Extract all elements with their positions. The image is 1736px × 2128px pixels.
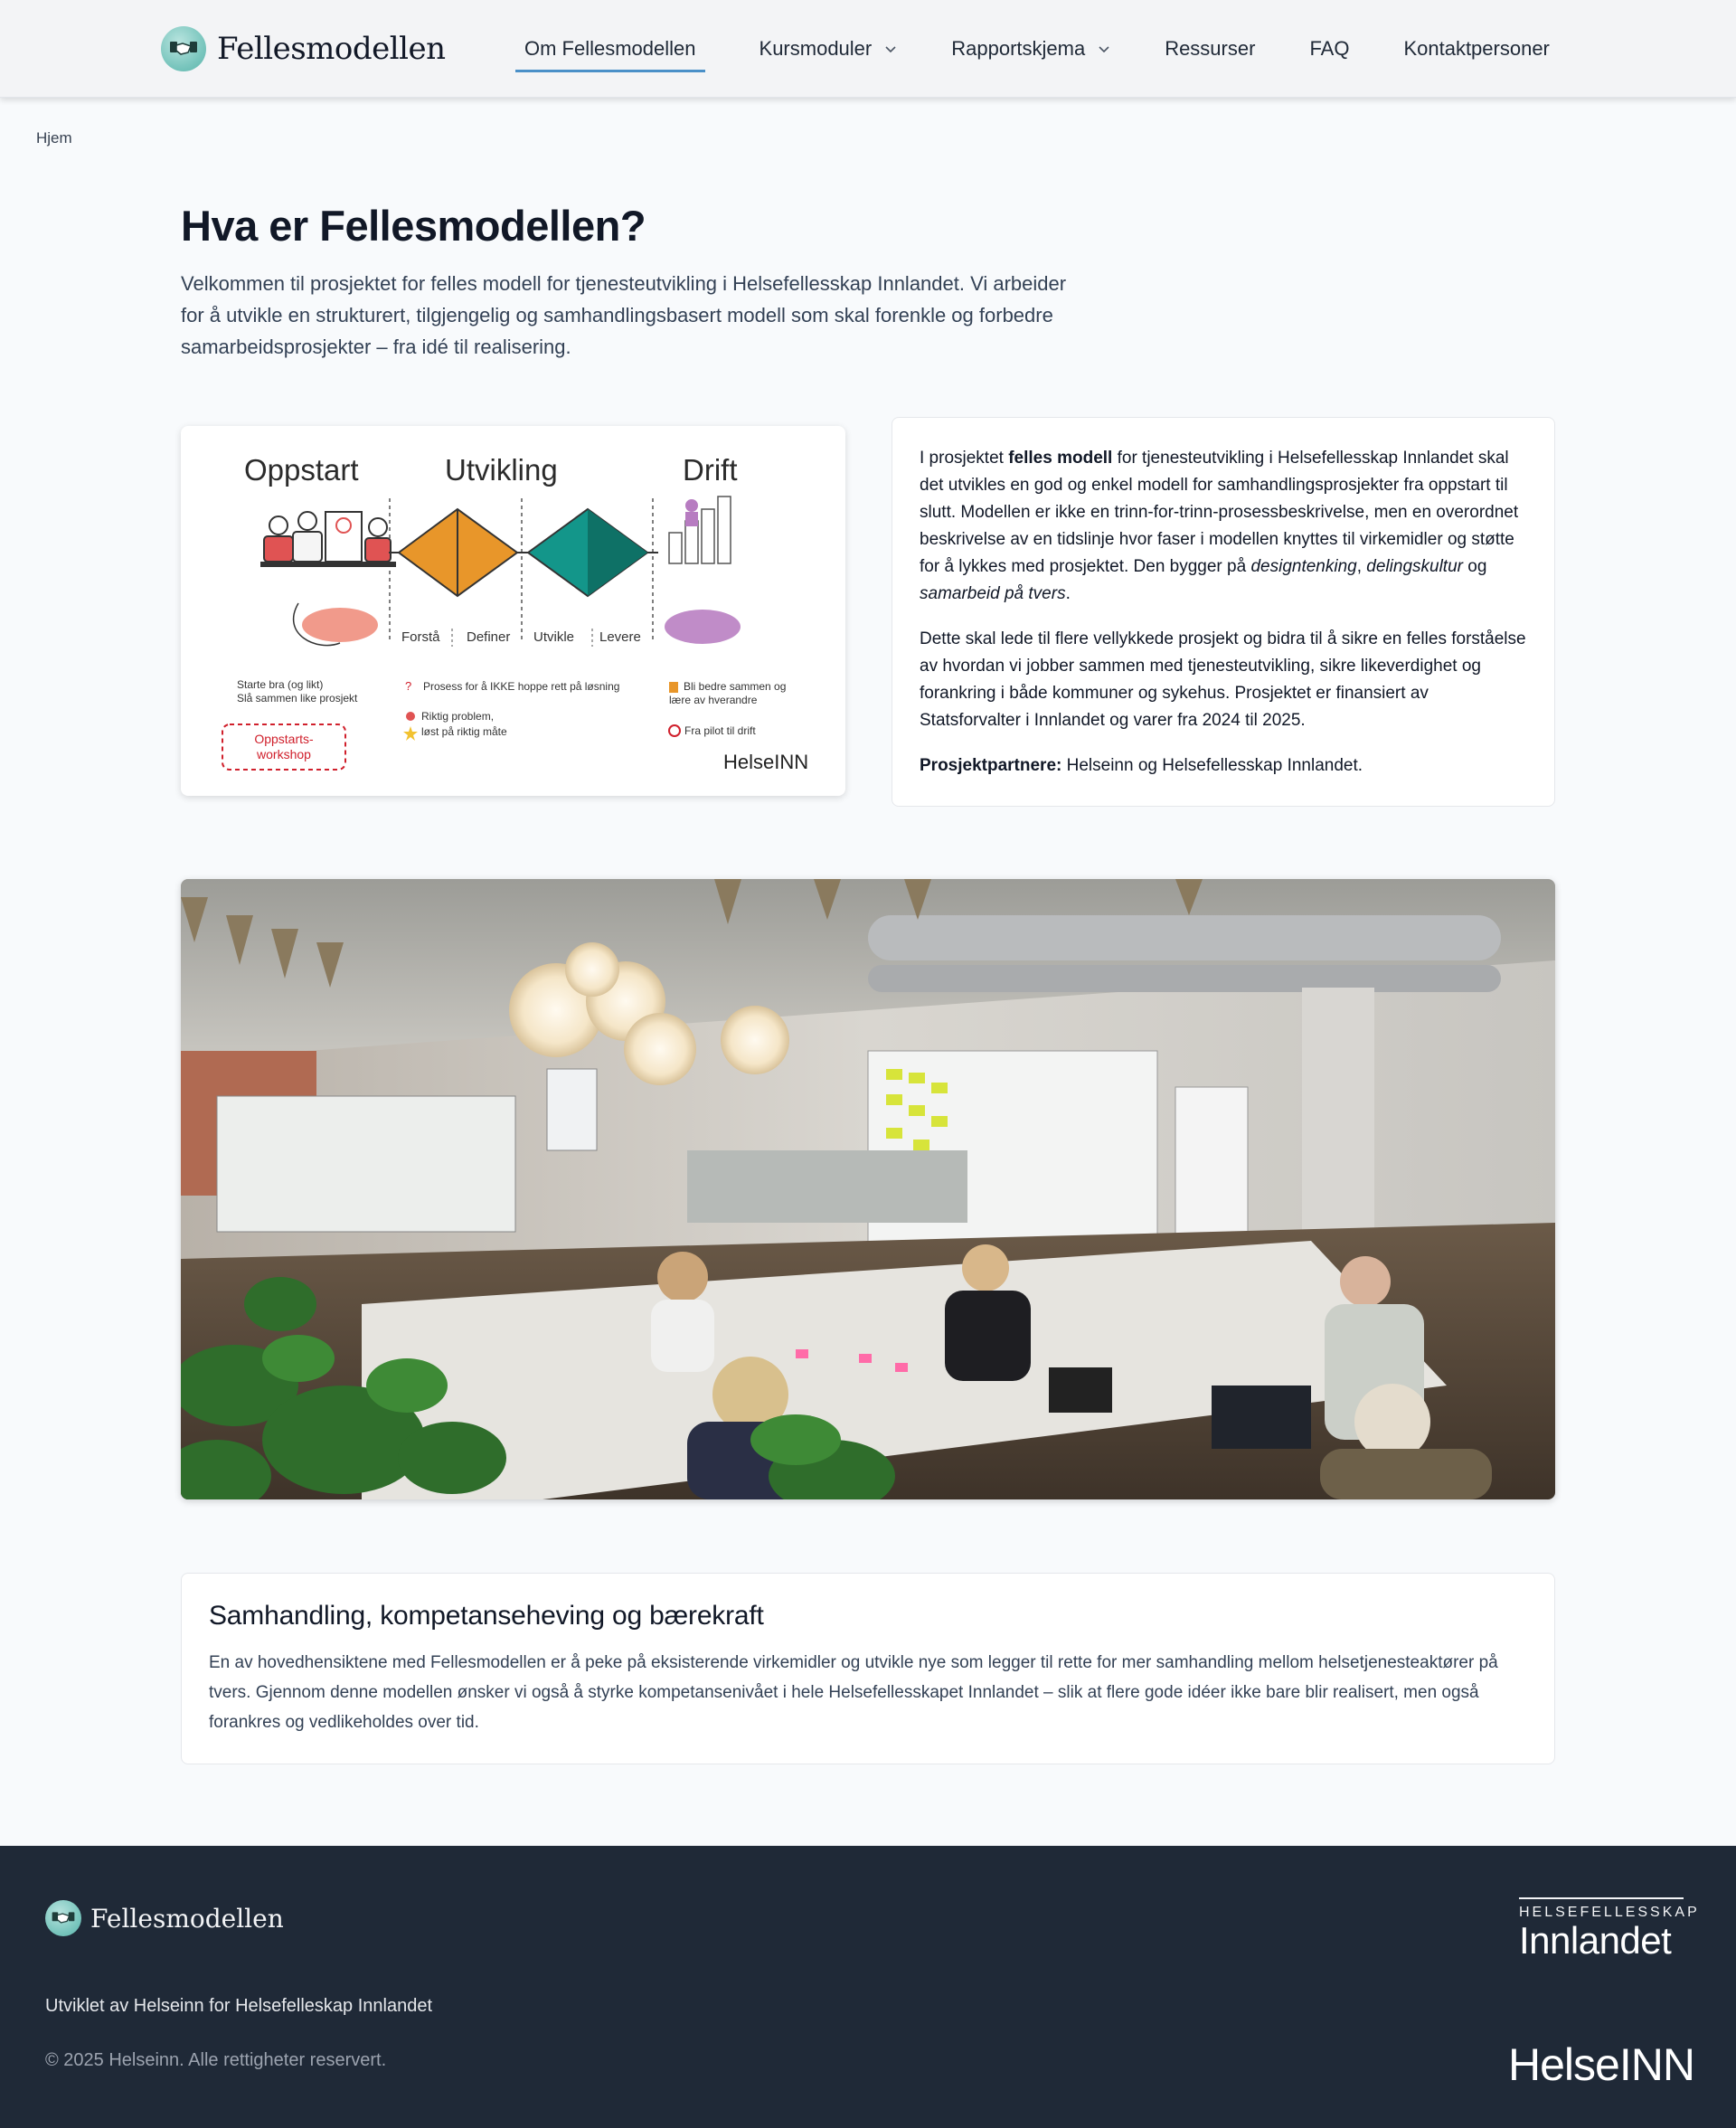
- note-text: Slå sammen like prosjekt: [237, 692, 358, 705]
- nav-item-om-fellesmodellen[interactable]: Om Fellesmodellen: [515, 27, 705, 72]
- partners-paragraph: Prosjektpartnere: Helseinn og Helsefelle…: [920, 752, 1527, 780]
- footer-brand-link[interactable]: Fellesmodellen: [45, 1900, 284, 1936]
- main-nav: Om Fellesmodellen Kursmoduler Rapportskj…: [515, 0, 1550, 98]
- text-segment: ,: [1356, 557, 1367, 576]
- pilot-icon: [668, 724, 681, 737]
- info-card: Samhandling, kompetanseheving og bærekra…: [181, 1573, 1555, 1764]
- phase-title-drift: Drift: [683, 453, 738, 487]
- chevron-down-icon: [885, 46, 896, 53]
- workshop-label: Oppstarts-: [254, 732, 314, 746]
- step-label: Levere: [599, 629, 641, 645]
- nav-label: Kursmoduler: [759, 37, 873, 60]
- note-text: Prosess for å IKKE hoppe rett på løsning: [423, 680, 619, 693]
- footer-brand-name: Fellesmodellen: [90, 1903, 284, 1934]
- workshop-label: workshop: [256, 747, 311, 761]
- workshop-photo-image: [181, 879, 1555, 1499]
- note-text: Starte bra (og likt): [237, 678, 323, 691]
- phase-title-oppstart: Oppstart: [244, 453, 359, 487]
- site-header: Fellesmodellen Om Fellesmodellen Kursmod…: [0, 0, 1736, 98]
- site-footer: Fellesmodellen Utviklet av Helseinn for …: [0, 1846, 1736, 2128]
- partners-label: Prosjektpartnere:: [920, 756, 1062, 775]
- text-segment: .: [1065, 584, 1071, 603]
- text-italic: samarbeid på tvers: [920, 584, 1066, 603]
- partner-logo-bottom: Innlandet: [1519, 1919, 1672, 1962]
- step-label: Forstå: [401, 629, 440, 645]
- step-label: Definer: [467, 629, 510, 645]
- question-icon: ?: [405, 679, 411, 693]
- nav-label: Rapportskjema: [951, 37, 1086, 60]
- oppstart-ellipse: [302, 608, 378, 642]
- nav-item-kontaktpersoner[interactable]: Kontaktpersoner: [1403, 27, 1549, 71]
- note-text: lære av hverandre: [669, 694, 758, 706]
- intro-text: Velkommen til prosjektet for felles mode…: [181, 272, 1067, 358]
- handshake-logo-icon: [161, 26, 206, 71]
- growth-chart-illustration: [668, 496, 731, 564]
- model-figure-card: Oppstart Utvikling Drift Forstå Definer …: [181, 426, 845, 796]
- info-card-text: En av hovedhensiktene med Fellesmodellen…: [209, 1653, 1498, 1732]
- chevron-down-icon: [1099, 46, 1109, 53]
- text-italic: designtenking: [1250, 557, 1357, 576]
- nav-item-ressurser[interactable]: Ressurser: [1165, 27, 1255, 71]
- gift-icon: [669, 682, 678, 693]
- brand-link[interactable]: Fellesmodellen: [161, 25, 446, 72]
- nav-label: FAQ: [1309, 37, 1350, 60]
- note-text: Fra pilot til drift: [684, 724, 756, 737]
- diamond-teal: [526, 507, 649, 598]
- page-title: Hva er Fellesmodellen?: [181, 202, 646, 250]
- nav-label: Om Fellesmodellen: [524, 37, 696, 60]
- footer-copyright: © 2025 Helseinn. Alle rettigheter reserv…: [45, 2050, 387, 2070]
- partners-text: Helseinn og Helsefellesskap Innlandet.: [1061, 756, 1363, 775]
- nav-item-rapportskjema[interactable]: Rapportskjema: [951, 27, 1110, 71]
- text-bold: felles modell: [1008, 449, 1113, 468]
- footer-developed-by: Utviklet av Helseinn for Helsefelleskap …: [45, 1996, 432, 2016]
- star-icon: [403, 726, 418, 741]
- helsefellesskap-innlandet-logo[interactable]: HELSEFELLESSKAP Innlandet: [1519, 1897, 1697, 1962]
- brand-name: Fellesmodellen: [217, 31, 446, 67]
- step-label: Utvikle: [533, 629, 574, 645]
- helseinn-logo[interactable]: HelseINN: [1508, 2038, 1695, 2091]
- phase-title-utvikling: Utvikling: [445, 453, 558, 487]
- description-paragraph: Dette skal lede til flere vellykkede pro…: [920, 629, 1526, 730]
- people-illustration: [260, 511, 396, 567]
- nav-item-kursmoduler[interactable]: Kursmoduler: [760, 27, 898, 71]
- note-text: Riktig problem,: [421, 710, 494, 723]
- description-paragraph: I prosjektet felles modell for tjenesteu…: [920, 445, 1527, 608]
- handshake-logo-icon: [45, 1900, 81, 1936]
- info-card-heading: Samhandling, kompetanseheving og bærekra…: [209, 1601, 764, 1631]
- partner-logo-top: HELSEFELLESSKAP: [1519, 1897, 1697, 1921]
- model-diagram: Oppstart Utvikling Drift Forstå Definer …: [222, 453, 808, 773]
- diamond-orange: [397, 507, 519, 598]
- breadcrumb-home-link[interactable]: Hjem: [36, 129, 72, 147]
- project-description-card: I prosjektet felles modell for tjenesteu…: [892, 417, 1555, 807]
- text-segment: og: [1462, 557, 1487, 576]
- nav-item-faq[interactable]: FAQ: [1309, 27, 1349, 71]
- target-icon: [406, 712, 415, 721]
- note-text: løst på riktig måte: [421, 725, 507, 738]
- note-text: Bli bedre sammen og: [684, 680, 786, 693]
- drift-ellipse: [665, 610, 741, 644]
- nav-label: Ressurser: [1165, 37, 1256, 60]
- helseinn-logo-text: HelseINN: [723, 751, 808, 773]
- nav-label: Kontaktpersoner: [1403, 37, 1550, 60]
- breadcrumb: Hjem: [36, 129, 72, 147]
- workshop-photo: [181, 879, 1555, 1499]
- text-segment: I prosjektet: [920, 449, 1009, 468]
- text-italic: delingskultur: [1366, 557, 1463, 576]
